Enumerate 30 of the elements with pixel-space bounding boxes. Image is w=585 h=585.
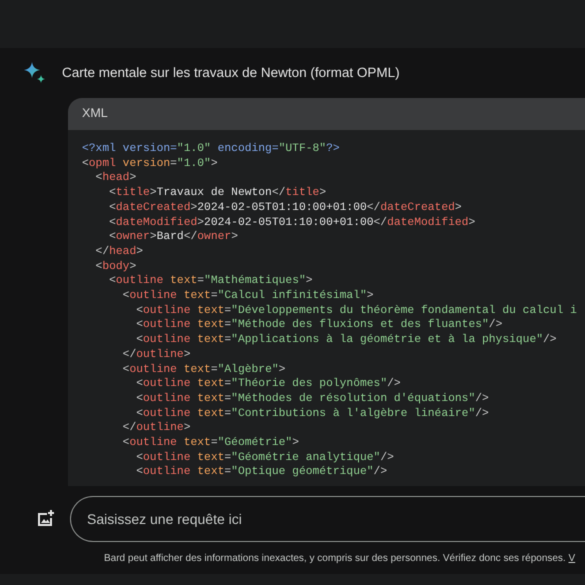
code-line: <owner>Bard</owner>	[108, 230, 238, 245]
code-line: <opml version="1.0">	[82, 156, 218, 172]
code-line: <?xml version="1.0" encoding="UTF-8"?>	[82, 142, 340, 157]
code-line: <body>	[94, 260, 136, 274]
code-line: <outline text="Géométrie analytique"/>	[135, 450, 394, 466]
disclaimer-link[interactable]: V	[568, 553, 576, 564]
code-line: <dateCreated>2024-02-05T01:10:00+01:00</dateCreated>	[108, 200, 462, 216]
code-line: <outline text="Mathématiques">	[108, 274, 313, 290]
code-line: <outline text="Optique géométrique"/>	[135, 465, 388, 480]
response-title: Carte mentale sur les travaux de Newton (format OPML)	[62, 64, 400, 82]
sparkle-icon	[24, 62, 46, 84]
code-line: <outline text="Contributions à l'algèbre linéaire"/>	[135, 406, 489, 422]
code-line: <outline text="Calcul infinitésimal">	[122, 289, 374, 304]
code-line: <head>	[94, 171, 136, 186]
code-language-label: XML	[82, 106, 108, 120]
code-line: <outline text="Développements du théorème fondamental du calcul i	[135, 304, 577, 318]
code-line: <outline text="Applications à la géométrie et à la physique"/>	[135, 333, 557, 348]
code-line: </outline>	[122, 421, 190, 436]
prompt-input[interactable]: Saisissez une requête ici	[70, 496, 585, 542]
code-line: <dateModified>2024-02-05T01:10:00+01:00</dateModified>	[108, 216, 476, 230]
code-line: <outline text="Algèbre">	[122, 362, 286, 378]
code-line: <title>Travaux de Newton</title>	[108, 186, 326, 201]
disclaimer-text: Bard peut afficher des informations inexactes, y compris sur des personnes. Vérifiez donc ses réponses.	[104, 553, 566, 564]
code-line: <outline text="Méthode des fluxions et des fluantes"/>	[135, 318, 502, 334]
code-line: <outline text="Théorie des polynômes"/>	[135, 377, 401, 392]
add-image-icon[interactable]	[36, 510, 54, 528]
code-line: </outline>	[122, 348, 190, 363]
code-line: <outline text="Méthodes de résolution d'équations"/>	[135, 392, 489, 407]
code-line: </head>	[94, 244, 144, 260]
code-line: <outline text="Géométrie">	[122, 436, 299, 451]
